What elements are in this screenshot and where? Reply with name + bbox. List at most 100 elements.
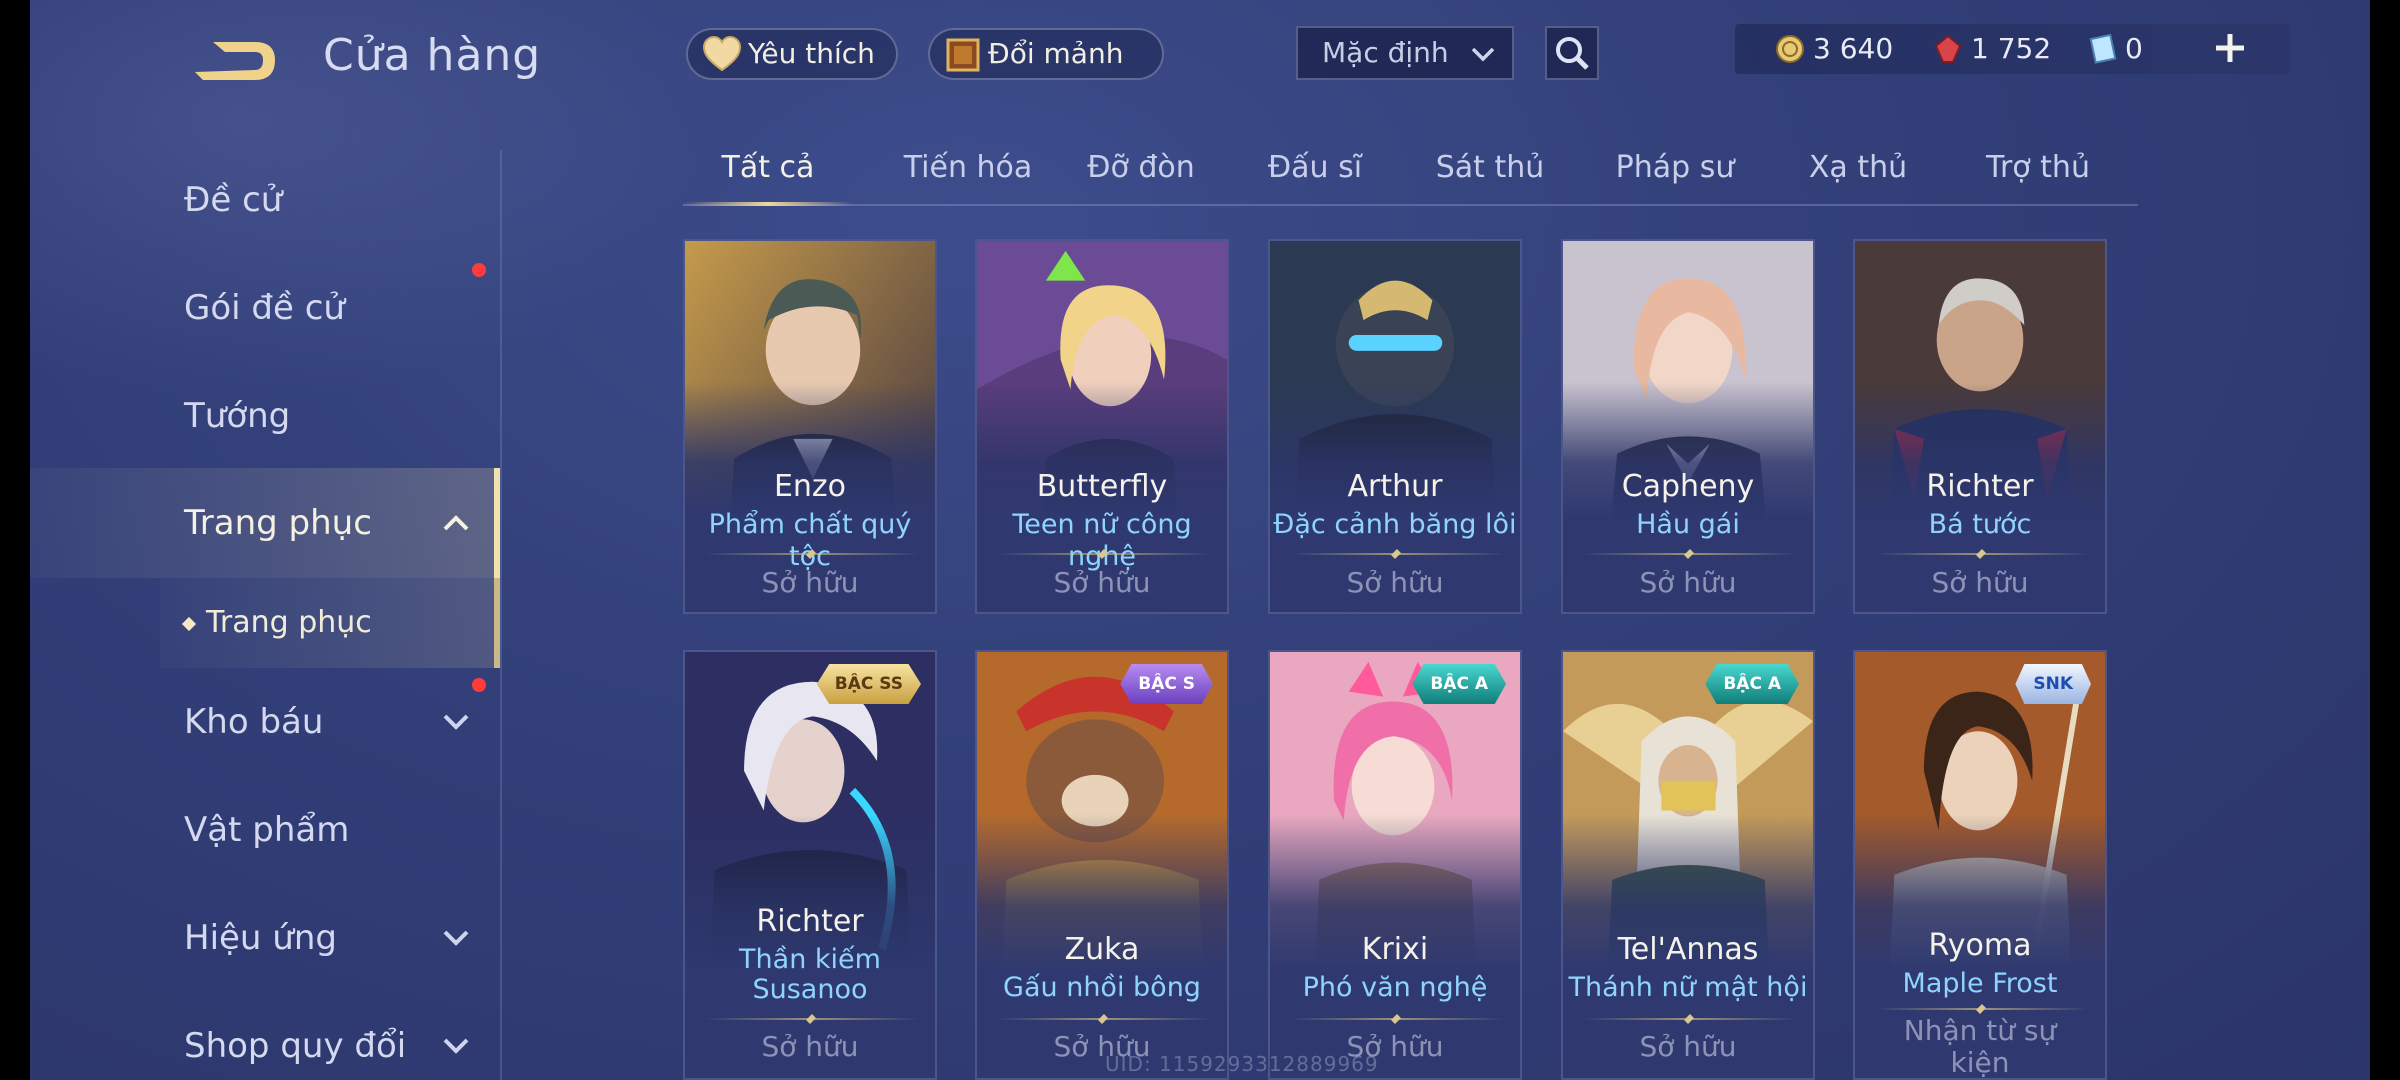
sidebar-item-exchange-shop[interactable]: Shop quy đổi [30, 996, 500, 1080]
skin-card[interactable]: Richter Bá tước Sở hữu [1853, 239, 2107, 614]
page-title: Cửa hàng [323, 30, 542, 81]
gem-currency: 1 752 [1933, 24, 2083, 74]
sidebar-item-label: Kho báu [184, 702, 324, 742]
gold-currency: 3 640 [1775, 24, 1925, 74]
back-arrow-icon[interactable] [185, 30, 285, 90]
card-divider [1583, 1018, 1797, 1020]
sort-value: Mặc định [1322, 36, 1449, 69]
skin-name: Hầu gái [1636, 509, 1740, 540]
add-currency-button[interactable] [2210, 28, 2250, 68]
voucher-amount: 0 [2125, 32, 2143, 65]
card-divider [1875, 1008, 2089, 1010]
voucher-icon [2089, 34, 2117, 64]
tier-badge: BẬC SS [816, 664, 921, 704]
voucher-currency: 0 [2087, 24, 2187, 74]
ownership-status-line2: kiện [1950, 1046, 2010, 1079]
sidebar-item-label: Vật phẩm [184, 810, 350, 850]
skin-name: Gấu nhồi bông [1003, 972, 1201, 1003]
skin-name-line2: Susanoo [752, 974, 868, 1005]
sidebar-subitem-label: Trang phục [206, 605, 372, 640]
hero-name: Arthur [1347, 469, 1443, 504]
ownership-status: Nhận từ sự [1903, 1014, 2057, 1047]
card-divider [997, 553, 1211, 555]
exchange-fragments-label: Đổi mảnh [988, 37, 1124, 70]
skin-card[interactable]: BẬC A Tel'Annas Thánh nữ mật hội Sở hữu [1561, 650, 1815, 1080]
sidebar-item-items[interactable]: Vật phẩm [30, 780, 500, 880]
hero-name: Ryoma [1928, 928, 2032, 963]
gold-coin-icon [1776, 35, 1804, 63]
plus-icon [2216, 34, 2244, 62]
sidebar-item-label: Trang phục [184, 503, 372, 543]
favorites-label: Yêu thích [748, 37, 875, 70]
card-divider [705, 553, 919, 555]
gold-amount: 3 640 [1813, 32, 1894, 65]
skin-card[interactable]: Capheny Hầu gái Sở hữu [1561, 239, 1815, 614]
red-gem-icon [1934, 34, 1962, 63]
skin-card[interactable]: SNK Ryoma Maple Frost Nhận từ sự kiện [1853, 650, 2107, 1080]
hero-name: Richter [1926, 469, 2034, 504]
tier-badge: BẬC S [1120, 664, 1213, 704]
tab-all[interactable]: Tất cả [683, 140, 853, 206]
sidebar-item-label: Tướng [184, 396, 291, 436]
player-uid: UID: 1159293312889969 [1105, 1052, 1379, 1076]
diamond-bullet-icon [181, 616, 197, 631]
hero-name: Krixi [1361, 932, 1429, 967]
chevron-down-icon [443, 1038, 469, 1054]
skin-name: Maple Frost [1902, 968, 2058, 999]
sidebar-item-recommended-bundles[interactable]: Gói đề cử [30, 258, 500, 358]
sidebar-divider [500, 150, 502, 1080]
search-button[interactable] [1545, 26, 1599, 80]
tab-tank[interactable]: Đỡ đòn [1076, 140, 1206, 204]
tab-mage[interactable]: Pháp sư [1605, 140, 1745, 204]
search-icon [1556, 37, 1589, 70]
skin-card[interactable]: BẬC S Zuka Gấu nhồi bông Sở hữu [975, 650, 1229, 1080]
tab-support[interactable]: Trợ thủ [1973, 140, 2103, 204]
ownership-status: Sở hữu [1931, 566, 2029, 599]
card-divider [997, 1018, 1211, 1020]
skin-card[interactable]: Arthur Đặc cảnh băng lôi Sở hữu [1268, 239, 1522, 614]
sidebar-item-label: Hiệu ứng [184, 918, 337, 958]
sidebar-item-label: Shop quy đổi [184, 1026, 407, 1066]
skin-card[interactable]: BẬC SS Richter Thần kiếm Susanoo Sở hữu [683, 650, 937, 1080]
fragment-chest-icon [946, 38, 980, 72]
sidebar-item-recommended[interactable]: Đề cử [30, 150, 500, 250]
favorites-button[interactable]: Yêu thích [686, 28, 898, 80]
tab-marksman[interactable]: Xạ thủ [1793, 140, 1923, 204]
sidebar-item-treasure[interactable]: Kho báu [30, 672, 500, 772]
currency-bar: 3 640 1 752 0 [1735, 24, 2290, 74]
sort-dropdown[interactable]: Mặc định [1296, 26, 1514, 80]
hero-name: Tel'Annas [1617, 932, 1759, 967]
chevron-down-icon [443, 930, 469, 946]
chevron-up-icon [443, 515, 469, 531]
skin-name: Phẩm chất quý tộc [708, 509, 912, 572]
notification-dot [472, 263, 486, 277]
ownership-status: Sở hữu [1639, 1030, 1737, 1063]
hero-name: Butterfly [1036, 469, 1168, 504]
sidebar-subitem-skins[interactable]: Trang phục [160, 578, 500, 668]
game-shop-screen: Cửa hàng Đề cử Gói đề cử Tướng Trang phụ… [30, 0, 2370, 1080]
skin-card[interactable]: BẬC A Krixi Phó văn nghệ Sở hữu [1268, 650, 1522, 1080]
collab-badge: SNK [2015, 664, 2091, 704]
sidebar-item-heroes[interactable]: Tướng [30, 366, 500, 466]
tab-evolution[interactable]: Tiến hóa [893, 140, 1043, 204]
chevron-down-icon [1471, 47, 1495, 62]
ownership-status: Sở hữu [1639, 566, 1737, 599]
card-divider [1583, 553, 1797, 555]
exchange-fragments-button[interactable]: Đổi mảnh [928, 28, 1164, 80]
sidebar-item-effects[interactable]: Hiệu ứng [30, 888, 500, 988]
card-divider [705, 1018, 919, 1020]
notification-dot [472, 678, 486, 692]
skin-name: Thần kiếm [739, 944, 881, 975]
skin-name: Teen nữ công nghệ [1012, 509, 1192, 572]
card-divider [1290, 553, 1504, 555]
chevron-down-icon [443, 714, 469, 730]
sidebar-item-skins[interactable]: Trang phục [30, 468, 500, 578]
skin-name: Bá tước [1928, 509, 2032, 540]
hero-name: Zuka [1064, 932, 1140, 967]
card-divider [1875, 553, 2089, 555]
skin-card[interactable]: Enzo Phẩm chất quý tộc Sở hữu [683, 239, 937, 614]
tab-assassin[interactable]: Sát thủ [1425, 140, 1555, 204]
tab-fighter[interactable]: Đấu sĩ [1250, 140, 1380, 204]
skin-name: Phó văn nghệ [1302, 972, 1488, 1003]
skin-card[interactable]: Butterfly Teen nữ công nghệ Sở hữu [975, 239, 1229, 614]
